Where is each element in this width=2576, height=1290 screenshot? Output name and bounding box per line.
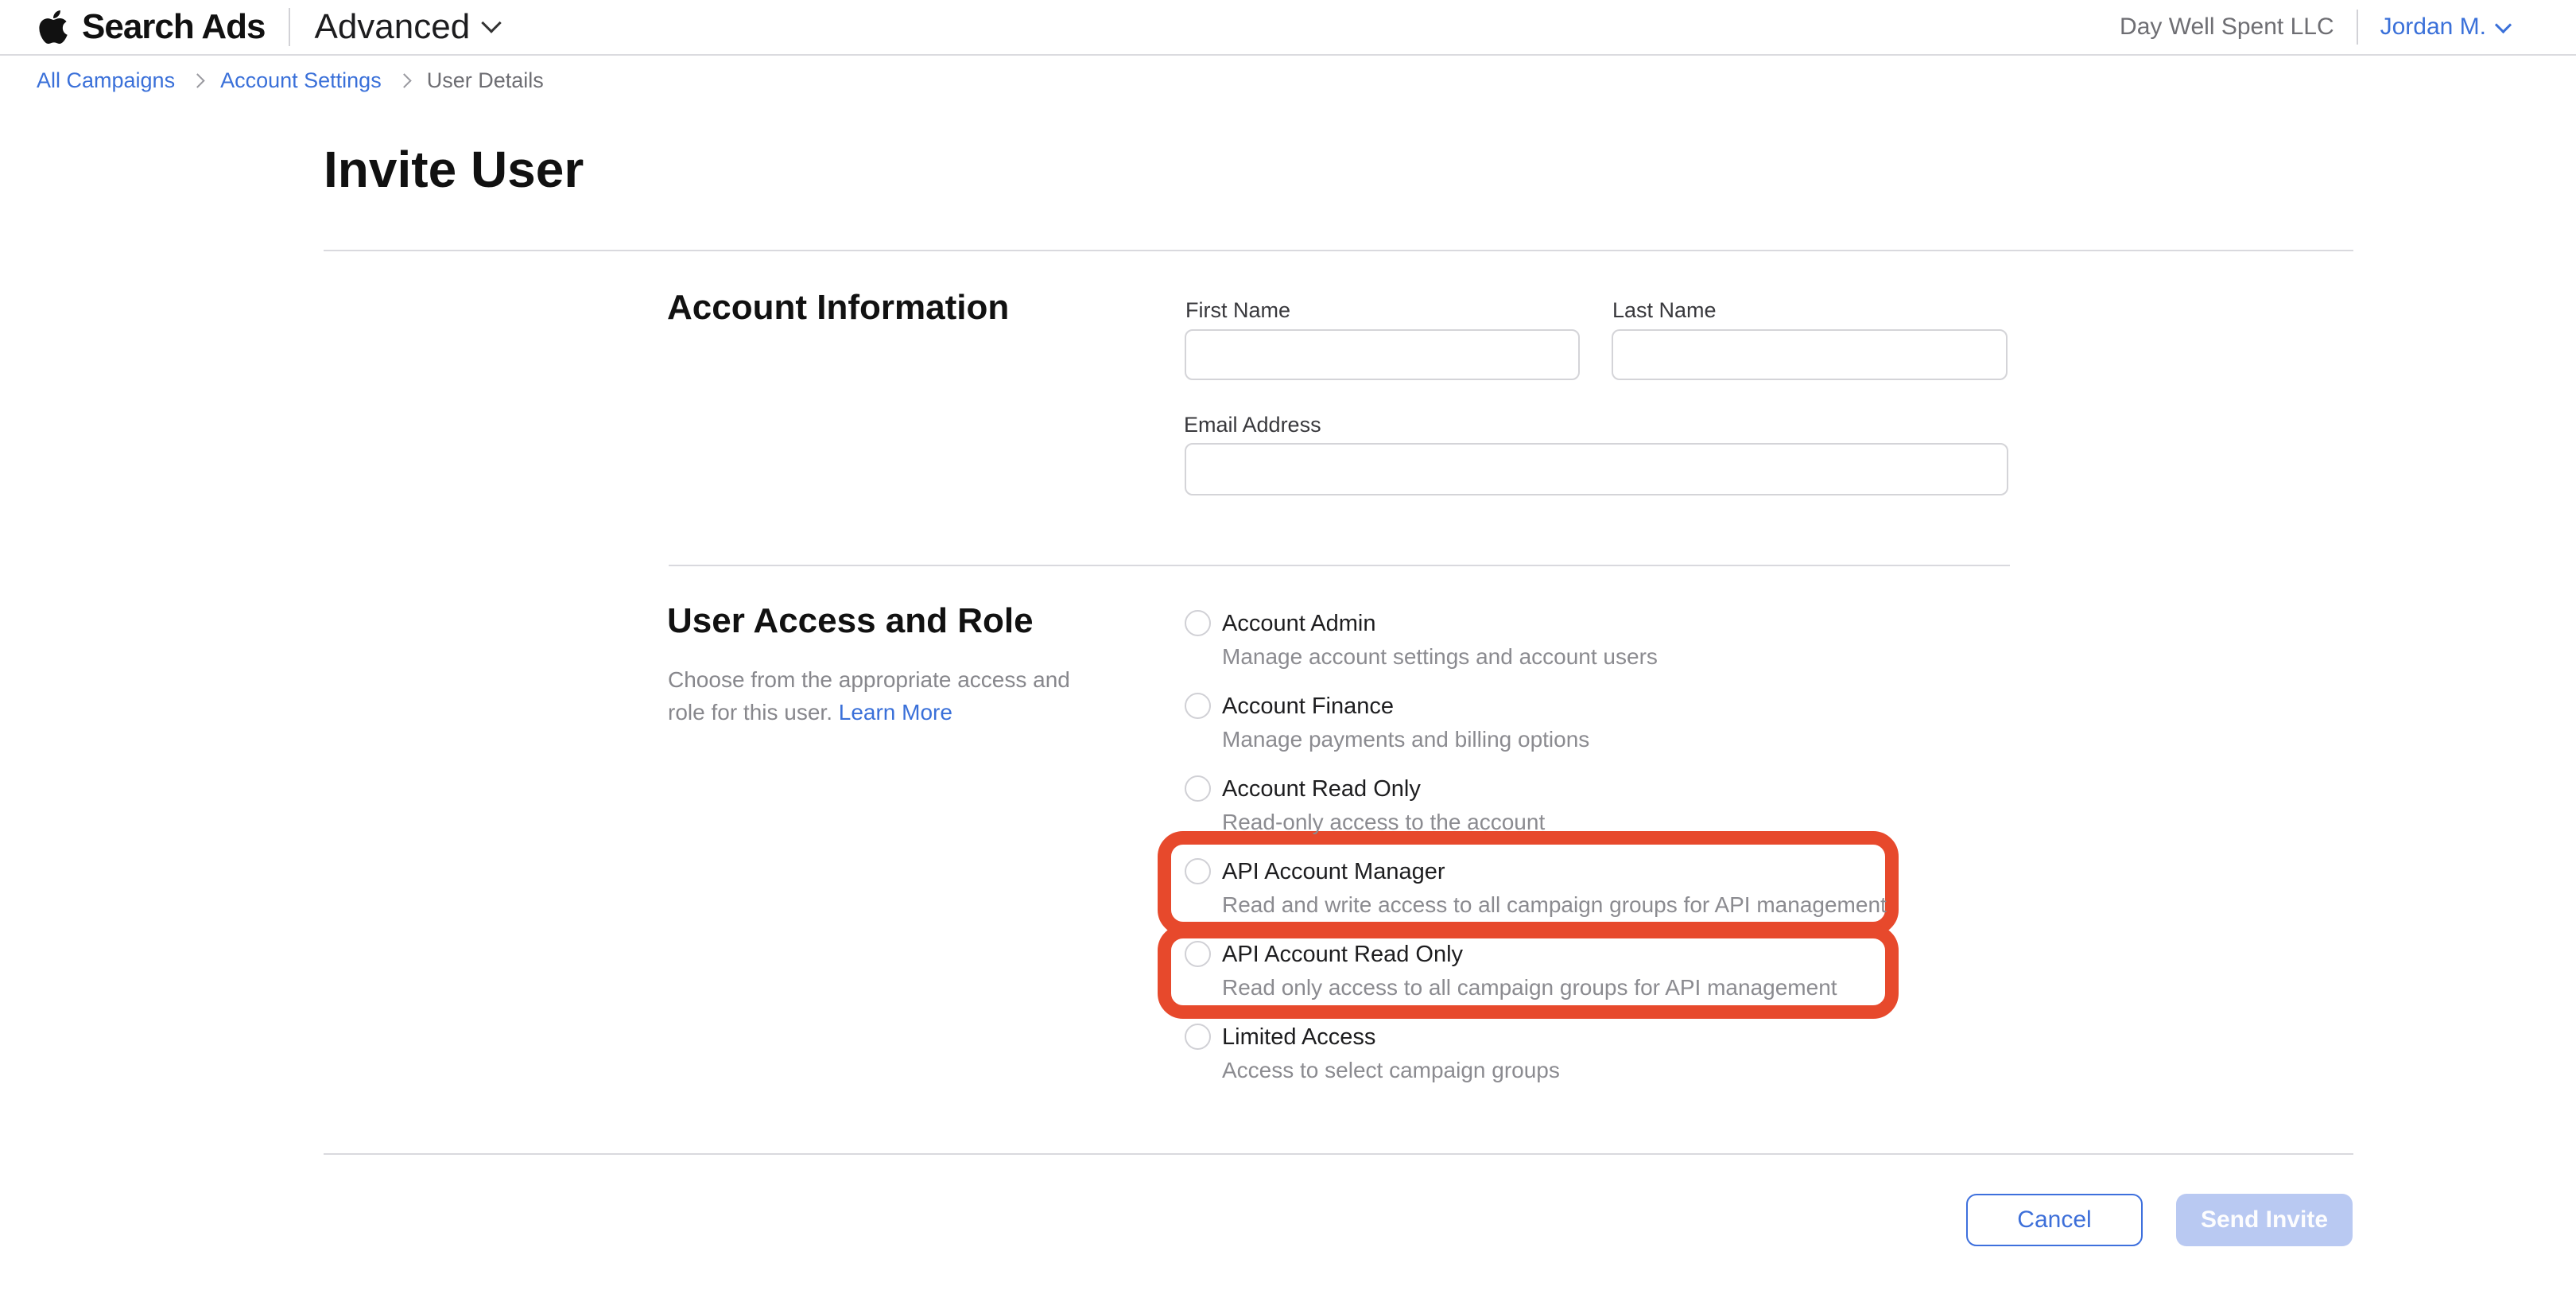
role-option-text: Limited Access Access to select campaign… — [1222, 1021, 1560, 1086]
role-option-text: API Account Manager Read and write acces… — [1222, 856, 1887, 921]
role-option-text: Account Admin Manage account settings an… — [1222, 608, 1658, 673]
chevron-down-icon — [481, 13, 501, 33]
cancel-button[interactable]: Cancel — [1966, 1194, 2143, 1246]
radio-limited-access[interactable] — [1185, 1024, 1211, 1050]
radio-account-read-only[interactable] — [1185, 775, 1211, 802]
role-option-label: Account Read Only — [1222, 773, 1545, 805]
breadcrumb-all-campaigns[interactable]: All Campaigns — [37, 68, 175, 93]
role-option-description: Access to select campaign groups — [1222, 1055, 1560, 1086]
role-option-description: Read and write access to all campaign gr… — [1222, 889, 1887, 921]
role-option-api-account-read-only: API Account Read Only Read only access t… — [1185, 938, 2059, 1004]
role-option-description: Read-only access to the account — [1222, 806, 1545, 838]
breadcrumb-user-details: User Details — [427, 68, 544, 93]
first-name-label: First Name — [1185, 298, 1290, 323]
radio-account-finance[interactable] — [1185, 693, 1211, 719]
role-option-description: Read only access to all campaign groups … — [1222, 972, 1837, 1004]
header-divider — [2357, 10, 2358, 45]
last-name-label: Last Name — [1612, 298, 1717, 323]
role-option-label: API Account Read Only — [1222, 938, 1837, 970]
brand-title: Search Ads — [82, 7, 265, 47]
chevron-down-icon — [2495, 16, 2512, 33]
learn-more-link[interactable]: Learn More — [839, 700, 952, 725]
role-option-account-admin: Account Admin Manage account settings an… — [1185, 608, 2059, 673]
advanced-menu[interactable]: Advanced — [314, 7, 499, 47]
last-name-input[interactable] — [1612, 329, 2008, 380]
chevron-right-icon — [397, 73, 411, 87]
role-option-account-read-only: Account Read Only Read-only access to th… — [1185, 773, 2059, 838]
role-option-text: Account Read Only Read-only access to th… — [1222, 773, 1545, 838]
role-option-description: Manage payments and billing options — [1222, 724, 1589, 756]
page-title: Invite User — [324, 140, 584, 199]
account-information-heading: Account Information — [667, 288, 1009, 328]
user-access-description: Choose from the appropriate access and r… — [668, 663, 1109, 729]
divider — [669, 565, 2010, 566]
role-option-description: Manage account settings and account user… — [1222, 641, 1658, 673]
user-access-heading: User Access and Role — [667, 601, 1034, 641]
role-option-label: Account Admin — [1222, 608, 1658, 639]
role-option-text: API Account Read Only Read only access t… — [1222, 938, 1837, 1004]
role-option-label: Account Finance — [1222, 690, 1589, 722]
role-option-limited-access: Limited Access Access to select campaign… — [1185, 1021, 2059, 1086]
role-option-text: Account Finance Manage payments and bill… — [1222, 690, 1589, 756]
top-nav-bar: Search Ads Advanced Day Well Spent LLC J… — [0, 0, 2576, 56]
role-option-label: API Account Manager — [1222, 856, 1887, 888]
divider — [324, 250, 2353, 251]
header-left: Search Ads Advanced — [37, 7, 499, 47]
role-option-label: Limited Access — [1222, 1021, 1560, 1053]
divider — [324, 1153, 2353, 1155]
user-menu[interactable]: Jordan M. — [2380, 14, 2509, 41]
chevron-right-icon — [190, 73, 204, 87]
email-address-label: Email Address — [1184, 413, 1321, 437]
send-invite-button[interactable]: Send Invite — [2176, 1194, 2353, 1246]
apple-logo-icon — [37, 8, 69, 46]
role-option-account-finance: Account Finance Manage payments and bill… — [1185, 690, 2059, 756]
role-options-list: Account Admin Manage account settings an… — [1185, 608, 2059, 1104]
role-option-api-account-manager: API Account Manager Read and write acces… — [1185, 856, 2059, 921]
first-name-input[interactable] — [1185, 329, 1580, 380]
header-divider — [289, 8, 290, 46]
org-name: Day Well Spent LLC — [2120, 14, 2334, 41]
breadcrumb-account-settings[interactable]: Account Settings — [220, 68, 382, 93]
email-address-input[interactable] — [1185, 443, 2008, 495]
invite-user-page: Search Ads Advanced Day Well Spent LLC J… — [0, 0, 2576, 1290]
breadcrumb: All Campaigns Account Settings User Deta… — [37, 68, 544, 93]
radio-account-admin[interactable] — [1185, 610, 1211, 636]
radio-api-account-read-only[interactable] — [1185, 941, 1211, 967]
radio-api-account-manager[interactable] — [1185, 858, 1211, 884]
header-right: Day Well Spent LLC Jordan M. — [2120, 10, 2509, 45]
user-menu-label: Jordan M. — [2380, 14, 2486, 41]
advanced-menu-label: Advanced — [314, 7, 470, 47]
